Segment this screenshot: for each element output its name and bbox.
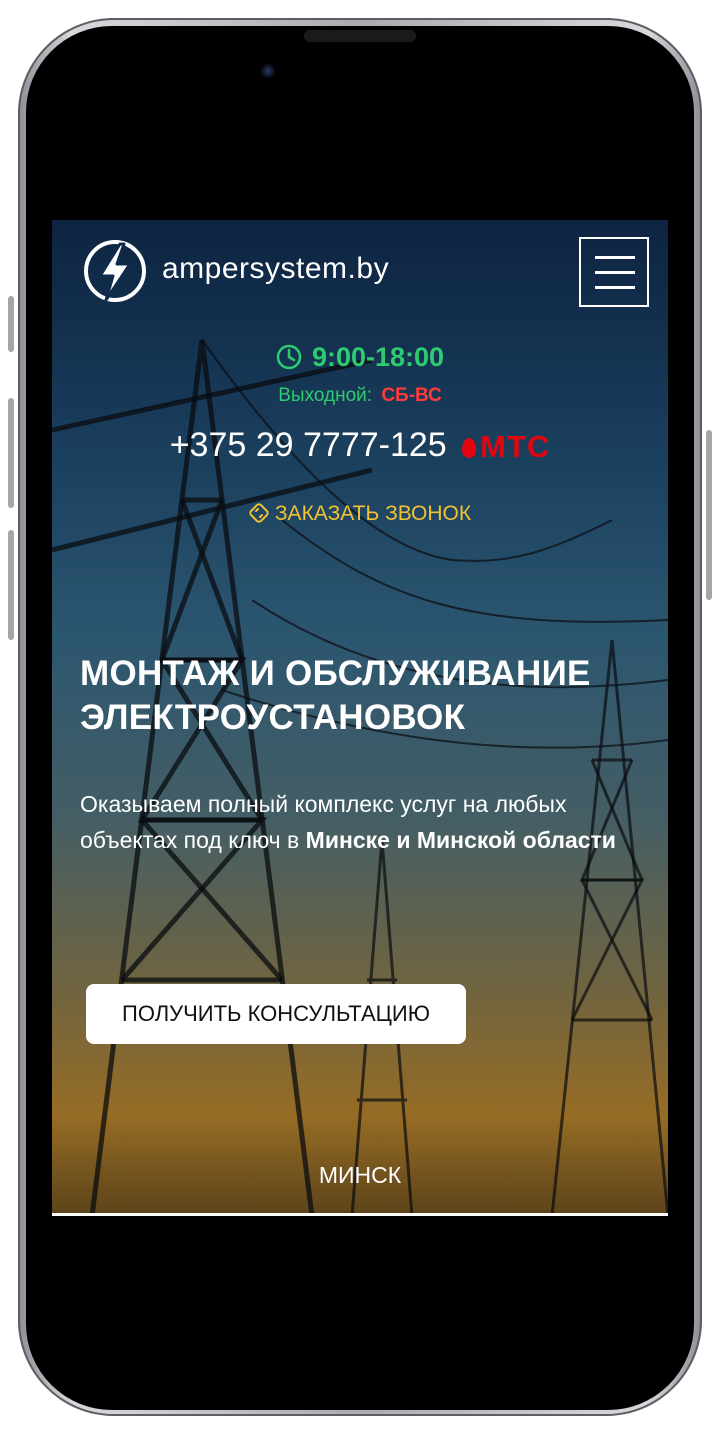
day-off-label: Выходной: [278,385,373,406]
phone-number-row: +375 29 7777-125 МТС [52,426,668,465]
hero-subtitle: Оказываем полный комплекс услуг на любых… [80,786,620,858]
hero-title: МОНТАЖ И ОБСЛУЖИВАНИЕ ЭЛЕКТРОУСТАНОВОК [80,652,650,740]
mts-egg-icon [462,438,477,459]
day-off-value: СБ-ВС [381,385,442,406]
hero-section: ampersystem.by 9:00-18:00 Выходной: СБ-В… [52,220,668,1216]
lightning-bolt-icon[interactable] [82,238,148,304]
front-camera [261,64,275,78]
side-button [8,296,14,352]
mts-logo: МТС [462,429,550,465]
hero-title-line: МОНТАЖ И ОБСЛУЖИВАНИЕ [80,654,591,693]
side-button [706,430,712,600]
mts-label: МТС [480,429,551,465]
phone-call-icon [249,503,269,523]
site-name[interactable]: ampersystem.by [162,252,389,286]
day-off: Выходной: СБ-ВС [52,385,668,407]
side-button [8,398,14,508]
phone-number-link[interactable]: +375 29 7777-125 [170,426,447,464]
working-hours: 9:00-18:00 [52,342,668,373]
order-call-link[interactable]: ЗАКАЗАТЬ ЗВОНОК [52,502,668,526]
get-consultation-button[interactable]: ПОЛУЧИТЬ КОНСУЛЬТАЦИЮ [86,984,466,1044]
hero-title-line: ЭЛЕКТРОУСТАНОВОК [80,698,466,737]
city-tab[interactable]: МИНСК [52,1162,668,1189]
city-tab-underline [52,1213,668,1216]
side-button [8,530,14,640]
hero-subtitle-highlight: Минске и Минской области [305,827,616,853]
speaker-notch [304,30,416,42]
hamburger-menu-icon[interactable] [579,237,649,307]
clock-icon [276,344,302,370]
order-call-label: ЗАКАЗАТЬ ЗВОНОК [274,502,472,525]
hours-text: 9:00-18:00 [311,342,445,372]
